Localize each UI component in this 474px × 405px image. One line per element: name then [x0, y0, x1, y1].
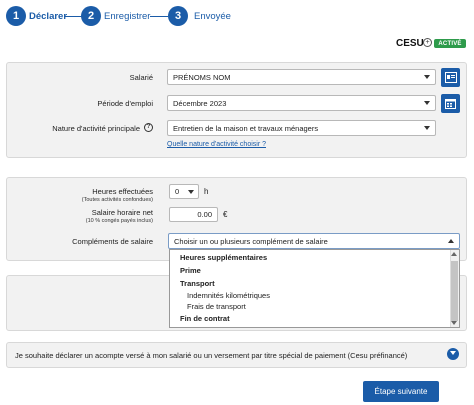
- complements-placeholder: Choisir un ou plusieurs complément de sa…: [174, 236, 328, 246]
- complements-label: Compléments de salaire: [72, 237, 153, 246]
- nature-label: Nature d'activité principale: [52, 124, 140, 133]
- calendar-icon: [445, 99, 456, 109]
- heures-select[interactable]: 0: [169, 184, 199, 199]
- step-3-circle: 3: [168, 6, 188, 26]
- heures-sublabel: (Toutes activités confondues): [81, 197, 153, 203]
- nature-select[interactable]: Entretien de la maison et travaux ménage…: [167, 120, 436, 136]
- dropdown-group[interactable]: Transport: [180, 279, 215, 288]
- acompte-panel[interactable]: Je souhaite déclarer un acompte versé à …: [6, 342, 467, 368]
- scroll-thumb[interactable]: [451, 261, 458, 321]
- taux-label: Salaire horaire net: [91, 208, 153, 217]
- step-1-label: Déclarer: [29, 11, 68, 22]
- chevron-down-icon: [424, 126, 430, 130]
- step-connector: [150, 16, 168, 17]
- calendar-button[interactable]: [441, 94, 460, 113]
- taux-unit: €: [223, 210, 228, 219]
- step-3-label: Envoyée: [194, 11, 231, 22]
- periode-select[interactable]: Décembre 2023: [167, 95, 436, 111]
- taux-input[interactable]: 0.00: [169, 207, 218, 222]
- heures-unit: h: [204, 187, 209, 196]
- step-connector: [64, 16, 82, 17]
- chevron-down-icon: [424, 75, 430, 79]
- heures-label: Heures effectuées: [92, 187, 153, 196]
- salarie-label: Salarié: [129, 73, 153, 82]
- complements-dropdown[interactable]: Heures supplémentaires Prime Transport I…: [169, 249, 460, 328]
- dropdown-group[interactable]: Prime: [180, 266, 201, 275]
- cesu-plus-icon: +: [423, 38, 432, 47]
- scroll-down-icon[interactable]: [451, 321, 457, 325]
- dropdown-group[interactable]: Heures supplémentaires: [180, 253, 267, 262]
- salarie-select[interactable]: PRÉNOMS NOM: [167, 69, 436, 85]
- id-card-icon: [444, 72, 457, 83]
- taux-sublabel: (10 % congés payés inclus): [85, 218, 153, 224]
- chevron-down-icon: [188, 189, 194, 194]
- step-2-circle: 2: [81, 6, 101, 26]
- step-2-label: Enregistrer: [104, 11, 151, 22]
- status-badge: ACTIVÉ: [434, 39, 466, 48]
- periode-value: Décembre 2023: [173, 98, 227, 108]
- taux-value: 0.00: [197, 210, 212, 219]
- salarie-card-button[interactable]: [441, 68, 460, 87]
- scroll-up-icon[interactable]: [451, 252, 457, 256]
- step-1-circle: 1: [6, 6, 26, 26]
- dropdown-scrollbar[interactable]: [450, 250, 459, 327]
- next-step-button[interactable]: Étape suivante: [363, 381, 439, 402]
- complements-select[interactable]: Choisir un ou plusieurs complément de sa…: [168, 233, 460, 249]
- cesu-logo: CESU: [396, 38, 424, 49]
- heures-value: 0: [175, 187, 180, 196]
- nature-value: Entretien de la maison et travaux ménage…: [173, 123, 319, 133]
- acompte-text: Je souhaite déclarer un acompte versé à …: [15, 351, 408, 360]
- chevron-up-icon: [448, 239, 454, 243]
- dropdown-option[interactable]: Indemnités kilométriques: [187, 291, 270, 300]
- chevron-down-icon: [424, 101, 430, 105]
- dropdown-option[interactable]: Frais de transport: [187, 302, 246, 311]
- help-icon[interactable]: ?: [144, 123, 153, 132]
- periode-label: Période d'emploi: [97, 99, 153, 108]
- dropdown-group[interactable]: Fin de contrat: [180, 314, 230, 323]
- salarie-value: PRÉNOMS NOM: [173, 72, 231, 82]
- chevron-down-circle-icon[interactable]: [447, 348, 459, 360]
- nature-help-link[interactable]: Quelle nature d'activité choisir ?: [167, 141, 266, 148]
